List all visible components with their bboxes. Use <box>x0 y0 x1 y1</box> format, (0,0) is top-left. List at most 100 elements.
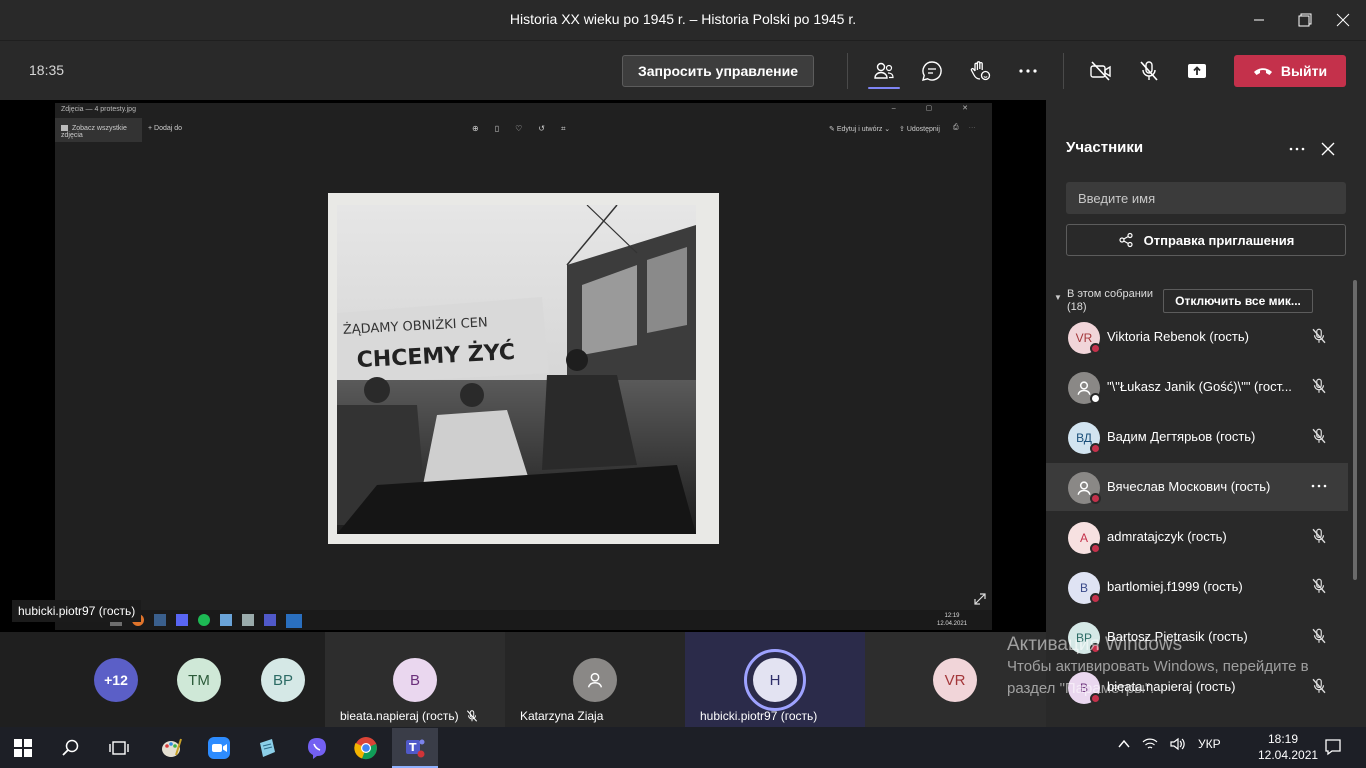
chat-icon <box>922 61 942 81</box>
tile-name: hubicki.piotr97 (гость) <box>700 709 818 723</box>
participant-more-button[interactable] <box>1310 477 1328 495</box>
shared-app-titlebar: Zdjęcia — 4 protesty.jpg – ▢ ✕ <box>55 103 992 117</box>
paint-app[interactable] <box>148 728 194 768</box>
meeting-timer: 18:35 <box>29 62 65 78</box>
mic-off-icon <box>1140 61 1158 81</box>
photo-tools-icons: ⊕▯♡↺⌗ <box>472 124 582 133</box>
print-more-icons: ⎙⋯ <box>953 124 986 131</box>
title-bar: Historia XX wieku po 1945 r. – Historia … <box>0 0 1366 40</box>
search-button[interactable] <box>48 728 94 768</box>
tile-avatar: H <box>753 658 797 702</box>
presence-status-icon <box>1090 343 1101 354</box>
raise-hand-button[interactable] <box>964 55 996 87</box>
participant-name: bartlomiej.f1999 (гость) <box>1107 579 1243 594</box>
close-icon <box>1321 142 1335 156</box>
share-icon <box>1119 232 1133 248</box>
start-button[interactable] <box>0 728 46 768</box>
minimize-icon <box>1254 19 1264 21</box>
request-control-button[interactable]: Запросить управление <box>622 55 814 87</box>
notepad-icon <box>220 614 232 626</box>
in-meeting-section-label[interactable]: В этом собрании (18) <box>1067 288 1167 314</box>
close-window-button[interactable] <box>1320 0 1366 40</box>
participant-row[interactable]: "\"Łukasz Janik (Gość)\"" (гост... <box>1046 363 1348 411</box>
watermark-line-1: Активация Windows <box>1007 634 1183 655</box>
task-view-button[interactable] <box>96 728 142 768</box>
mic-off-icon <box>1310 577 1328 595</box>
system-tray: УКР <box>1118 737 1221 751</box>
participant-row[interactable]: Aadmratajczyk (гость) <box>1046 513 1348 561</box>
gallery-avatar[interactable]: TM <box>177 658 221 702</box>
zoom-icon <box>208 737 230 759</box>
video-tile-speaking[interactable]: H hubicki.piotr97 (гость) <box>685 632 865 727</box>
shared-app-commandbar: Zobacz wszystkie zdjęcia + Dodaj do ⊕▯♡↺… <box>55 118 992 142</box>
spotify-icon <box>198 614 210 626</box>
input-language[interactable]: УКР <box>1198 737 1221 751</box>
minimize-button[interactable] <box>1236 0 1282 40</box>
participant-row[interactable]: ВД Вадим Дегтярьов (гость) <box>1046 413 1348 461</box>
teams-app[interactable]: T <box>392 728 438 768</box>
participant-name: Вадим Дегтярьов (гость) <box>1107 429 1256 444</box>
see-all-photos: Zobacz wszystkie zdjęcia <box>55 118 142 142</box>
watermark-line-2: Чтобы активировать Windows, перейдите в <box>1007 658 1309 675</box>
mic-off-icon <box>466 710 478 722</box>
panel-more-button[interactable] <box>1288 140 1306 158</box>
presence-status-icon <box>1090 593 1101 604</box>
mute-all-button[interactable]: Отключить все мик... <box>1163 289 1313 313</box>
collapse-chevron-icon[interactable]: ▼ <box>1054 293 1062 302</box>
zoom-app[interactable] <box>196 728 242 768</box>
share-option: ⇪ Udostępnij <box>899 126 940 133</box>
taskbar-clock[interactable]: 18:19 12.04.2021 <box>1258 731 1318 763</box>
photos-app-icon <box>286 614 302 628</box>
edit-create: ✎ Edytuj i utwórz ⌄ <box>829 126 891 133</box>
teams-icon <box>264 614 276 626</box>
tile-name: Katarzyna Ziaja <box>520 709 604 723</box>
leave-button[interactable]: Выйти <box>1234 55 1346 87</box>
participants-panel: Участники Отправка приглашения ▼ В этом … <box>1046 100 1366 727</box>
chrome-app[interactable] <box>343 728 389 768</box>
protest-photo: ŻĄDAMY OBNIŻKI CEN CHCEMY ŻYĆ <box>337 205 696 534</box>
tile-name: bieata.napieraj (гость) <box>340 709 459 723</box>
volume-icon[interactable] <box>1170 737 1186 751</box>
participant-row[interactable]: Bbartlomiej.f1999 (гость) <box>1046 563 1348 611</box>
toolbar-divider <box>847 53 848 89</box>
chat-button[interactable] <box>916 55 948 87</box>
video-tile[interactable]: B bieata.napieraj (гость) <box>325 632 505 727</box>
shared-taskbar: 12:19 12.04.2021 <box>55 610 992 630</box>
panel-scrollbar[interactable] <box>1353 280 1357 580</box>
notepad-app[interactable] <box>244 728 290 768</box>
share-screen-button[interactable] <box>1181 55 1213 87</box>
viber-icon <box>308 738 326 759</box>
participant-row[interactable]: VR Viktoria Rebenok (гость) <box>1046 313 1348 361</box>
notifications-button[interactable] <box>1324 738 1342 756</box>
window-title: Historia XX wieku po 1945 r. – Historia … <box>509 11 857 27</box>
tile-avatar: VR <box>933 658 977 702</box>
participants-button[interactable] <box>868 55 900 87</box>
network-icon[interactable] <box>1142 737 1158 751</box>
overflow-participants-button[interactable]: +12 <box>94 658 138 702</box>
camera-button[interactable] <box>1085 55 1117 87</box>
microphone-button[interactable] <box>1133 55 1165 87</box>
gallery-avatar[interactable]: BP <box>261 658 305 702</box>
windows-logo-icon <box>14 739 32 757</box>
shared-app-title: Zdjęcia — 4 protesty.jpg <box>61 106 136 113</box>
mic-off-icon <box>1310 377 1328 395</box>
participant-search-input[interactable] <box>1066 182 1346 214</box>
toolbar-divider <box>1063 53 1064 89</box>
mic-off-icon <box>1310 627 1328 645</box>
participant-row[interactable]: Вячеслав Москович (гость) <box>1046 463 1348 511</box>
shared-clock: 12:19 12.04.2021 <box>937 613 968 627</box>
send-invite-button[interactable]: Отправка приглашения <box>1066 224 1346 256</box>
chevron-up-icon[interactable] <box>1118 738 1130 750</box>
mic-off-icon <box>1310 527 1328 545</box>
more-actions-button[interactable] <box>1012 55 1044 87</box>
participant-name: Viktoria Rebenok (гость) <box>1107 329 1249 344</box>
panel-close-button[interactable] <box>1321 142 1335 156</box>
video-tile[interactable]: Katarzyna Ziaja <box>505 632 685 727</box>
participant-name: Вячеслав Москович (гость) <box>1107 479 1271 494</box>
fullscreen-icon <box>974 593 986 605</box>
tile-avatar: B <box>393 658 437 702</box>
viber-app[interactable] <box>294 728 340 768</box>
app-icon <box>242 614 254 626</box>
presence-status-icon <box>1090 543 1101 554</box>
watermark-line-3: раздел "Параметры". <box>1007 680 1155 697</box>
